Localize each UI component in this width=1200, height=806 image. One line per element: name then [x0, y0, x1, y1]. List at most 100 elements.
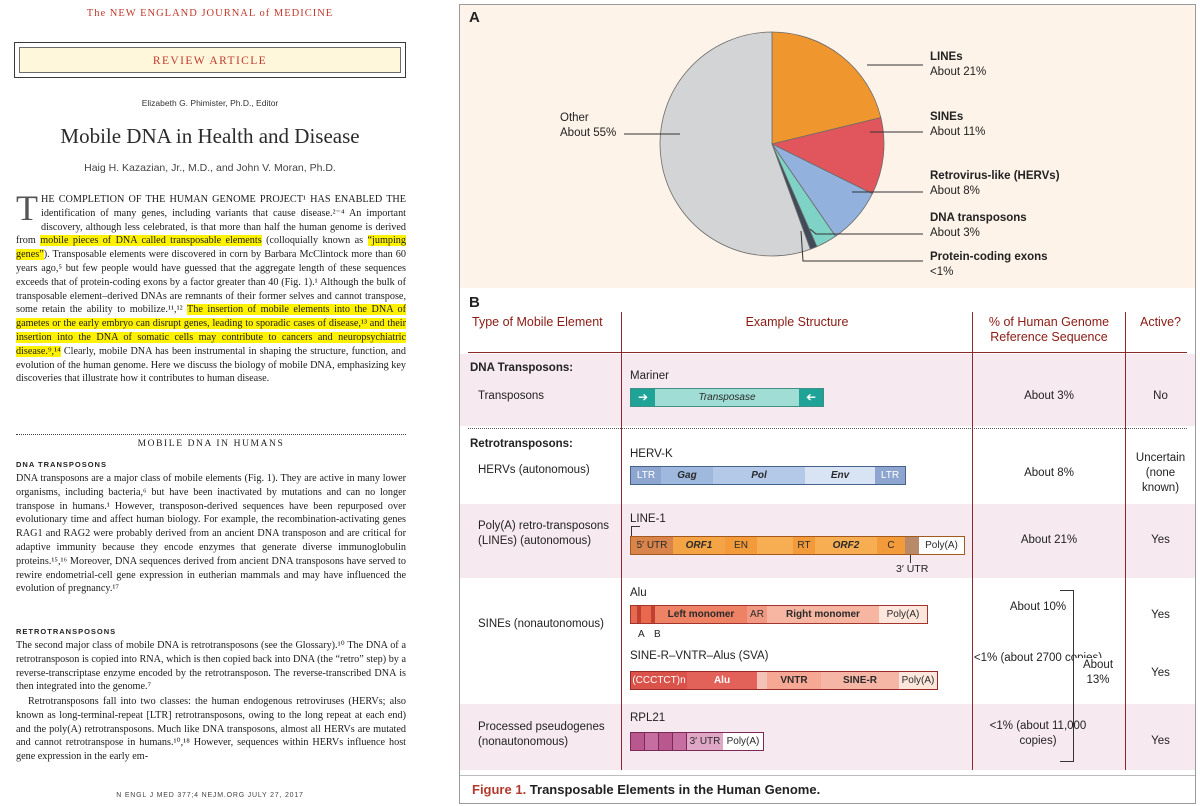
example-sva: SINE-R–VNTR–Alus (SVA) — [630, 650, 769, 662]
pct-pseudogenes: <1% (about 11,000 copies) — [989, 720, 1087, 747]
example-hervk: HERV-K — [630, 448, 673, 460]
example-line1: LINE-1 — [630, 513, 666, 525]
sva-gap — [757, 672, 767, 689]
type-lines: Poly(A) retro-transposons (LINEs) (auton… — [478, 520, 610, 547]
alu-in-sva: Alu — [687, 672, 757, 689]
dna-value: About 3% — [930, 227, 980, 239]
editor-line: Elizabeth G. Phimister, Ph.D., Editor — [141, 98, 279, 108]
panel-a: A LINEs About 21% SINEs About 11% Retrov… — [460, 5, 1195, 288]
article-type-label: REVIEW ARTICLE — [19, 47, 401, 73]
active-pseudogenes: Yes — [1151, 735, 1170, 747]
example-rpl21: RPL21 — [630, 712, 666, 724]
pie-label-hervs: Retrovirus-like (HERVs) About 8% — [930, 169, 1060, 199]
line1-element: 5′ UTR ORF1 EN RT ORF2 C Poly(A) — [630, 536, 965, 555]
article-page: The NEW ENGLAND JOURNAL of MEDICINE REVI… — [0, 0, 420, 806]
section-heading: MOBILE DNA IN HUMANS — [16, 434, 406, 449]
exon-2 — [645, 733, 659, 750]
left-monomer: Left monomer — [655, 606, 747, 623]
sines-total: About 13% — [1074, 658, 1122, 688]
ar-segment: AR — [747, 606, 767, 623]
ltr-right: LTR — [875, 467, 905, 484]
orf2-segment: ORF2 — [815, 537, 877, 554]
lines-name: LINEs — [930, 51, 963, 63]
caption-prefix: Figure 1. — [472, 782, 527, 797]
b-box-label: B — [654, 629, 661, 640]
other-name: Other — [560, 112, 589, 124]
pct-transposons: About 3% — [1024, 390, 1074, 402]
right-arrow-icon: ➔ — [799, 389, 823, 406]
promoter-arrow — [631, 526, 640, 527]
lines-value: About 21% — [930, 66, 987, 78]
article-type-box: REVIEW ARTICLE — [14, 42, 406, 78]
pct-hervs: About 8% — [1024, 467, 1074, 479]
pct-alu: About 10% — [1009, 601, 1067, 613]
pie-label-sines: SINEs About 11% — [930, 110, 985, 140]
utr3-segment — [905, 537, 919, 554]
en-segment: EN — [725, 537, 757, 554]
paragraph-dna-transposons: DNA transposons are a major class of mob… — [16, 473, 406, 595]
dotted-separator — [468, 428, 1187, 429]
env-segment: Env — [805, 467, 875, 484]
abstract-part-4: Clearly, mobile DNA has been instrumenta… — [16, 345, 406, 385]
paragraph-retrotransposons-2: Retrotransposons fall into two classes: … — [16, 696, 406, 763]
type-pseudogenes: Processed pseudogenes (nonautonomous) — [478, 721, 605, 748]
active-alu: Yes — [1151, 609, 1170, 621]
example-alu: Alu — [630, 587, 647, 599]
group-retrotransposons: Retrotransposons: — [470, 438, 573, 450]
rpl21-element: 3′ UTR Poly(A) — [630, 732, 764, 751]
exon-4 — [673, 733, 687, 750]
sva-element: (CCCTCT)n Alu VNTR SINE-R Poly(A) — [630, 671, 938, 690]
subheading-retrotransposons: RETROTRANSPOSONS — [16, 627, 117, 636]
exons-value: <1% — [930, 266, 954, 278]
pct-lines: About 21% — [1020, 534, 1078, 546]
paragraph-retrotransposons-1: The second major class of mobile DNA is … — [16, 640, 406, 693]
active-lines: Yes — [1151, 534, 1170, 546]
subheading-dna-transposons: DNA TRANSPOSONS — [16, 460, 107, 469]
header-percent: % of Human Genome Reference Sequence — [988, 315, 1110, 344]
abstract-part-2: (colloquially known as — [261, 235, 368, 247]
hervs-value: About 8% — [930, 185, 980, 197]
polya-rpl21: Poly(A) — [723, 733, 763, 750]
pol-segment: Pol — [713, 467, 805, 484]
polya-alu: Poly(A) — [879, 606, 927, 623]
transposase-label: Transposase — [698, 392, 756, 403]
rt-segment: RT — [793, 537, 815, 554]
highlight-1[interactable]: mobile pieces of DNA called transposable… — [40, 235, 262, 247]
siner-segment: SINE-R — [821, 672, 899, 689]
exon-1 — [631, 733, 645, 750]
header-structure: Example Structure — [745, 314, 849, 329]
abstract: T HE COMPLETION OF THE HUMAN GENOME PROJ… — [16, 190, 406, 386]
c-segment: C — [877, 537, 905, 554]
article-title: Mobile DNA in Health and Disease — [60, 124, 360, 148]
header-type: Type of Mobile Element — [472, 314, 603, 329]
other-value: About 55% — [560, 127, 617, 139]
journal-name: The NEW ENGLAND JOURNAL of MEDICINE — [86, 8, 334, 19]
right-monomer: Right monomer — [767, 606, 879, 623]
active-transposons: No — [1153, 390, 1168, 402]
sines-value: About 11% — [930, 126, 986, 138]
panel-b: B Type of Mobile Element Example Structu… — [460, 290, 1195, 772]
article-authors: Haig H. Kazazian, Jr., M.D., and John V.… — [84, 162, 336, 174]
utr3-rpl21: 3′ UTR — [687, 733, 723, 750]
column-divider-1 — [621, 312, 622, 770]
pie-label-exons: Protein-coding exons <1% — [930, 250, 1048, 280]
polya-sva: Poly(A) — [899, 672, 937, 689]
exon-3 — [659, 733, 673, 750]
left-arrow-icon: ➔ — [631, 389, 655, 406]
orf2-left — [757, 537, 793, 554]
abstract-text: HE COMPLETION OF THE HUMAN GENOME PROJEC… — [16, 193, 406, 386]
caption-text: Transposable Elements in the Human Genom… — [526, 782, 821, 797]
active-hervs: Uncertain (none known) — [1135, 452, 1186, 494]
example-mariner: Mariner — [630, 370, 669, 382]
gag-segment: Gag — [661, 467, 713, 484]
figure-1: A LINEs About 21% SINEs About 11% Retrov… — [459, 4, 1196, 804]
promoter-icon — [631, 526, 632, 536]
alu-element: Left monomer AR Right monomer Poly(A) — [630, 605, 928, 624]
page-footer: N ENGL J MED 377;4 NEJM.ORG JULY 27, 201… — [116, 792, 304, 799]
hervs-name: Retrovirus-like (HERVs) — [930, 170, 1060, 182]
active-sva: Yes — [1151, 667, 1170, 679]
cccctct-segment: (CCCTCT)n — [631, 672, 687, 689]
dna-name: DNA transposons — [930, 212, 1027, 224]
ltr-left: LTR — [631, 467, 661, 484]
sines-name: SINEs — [930, 111, 964, 123]
